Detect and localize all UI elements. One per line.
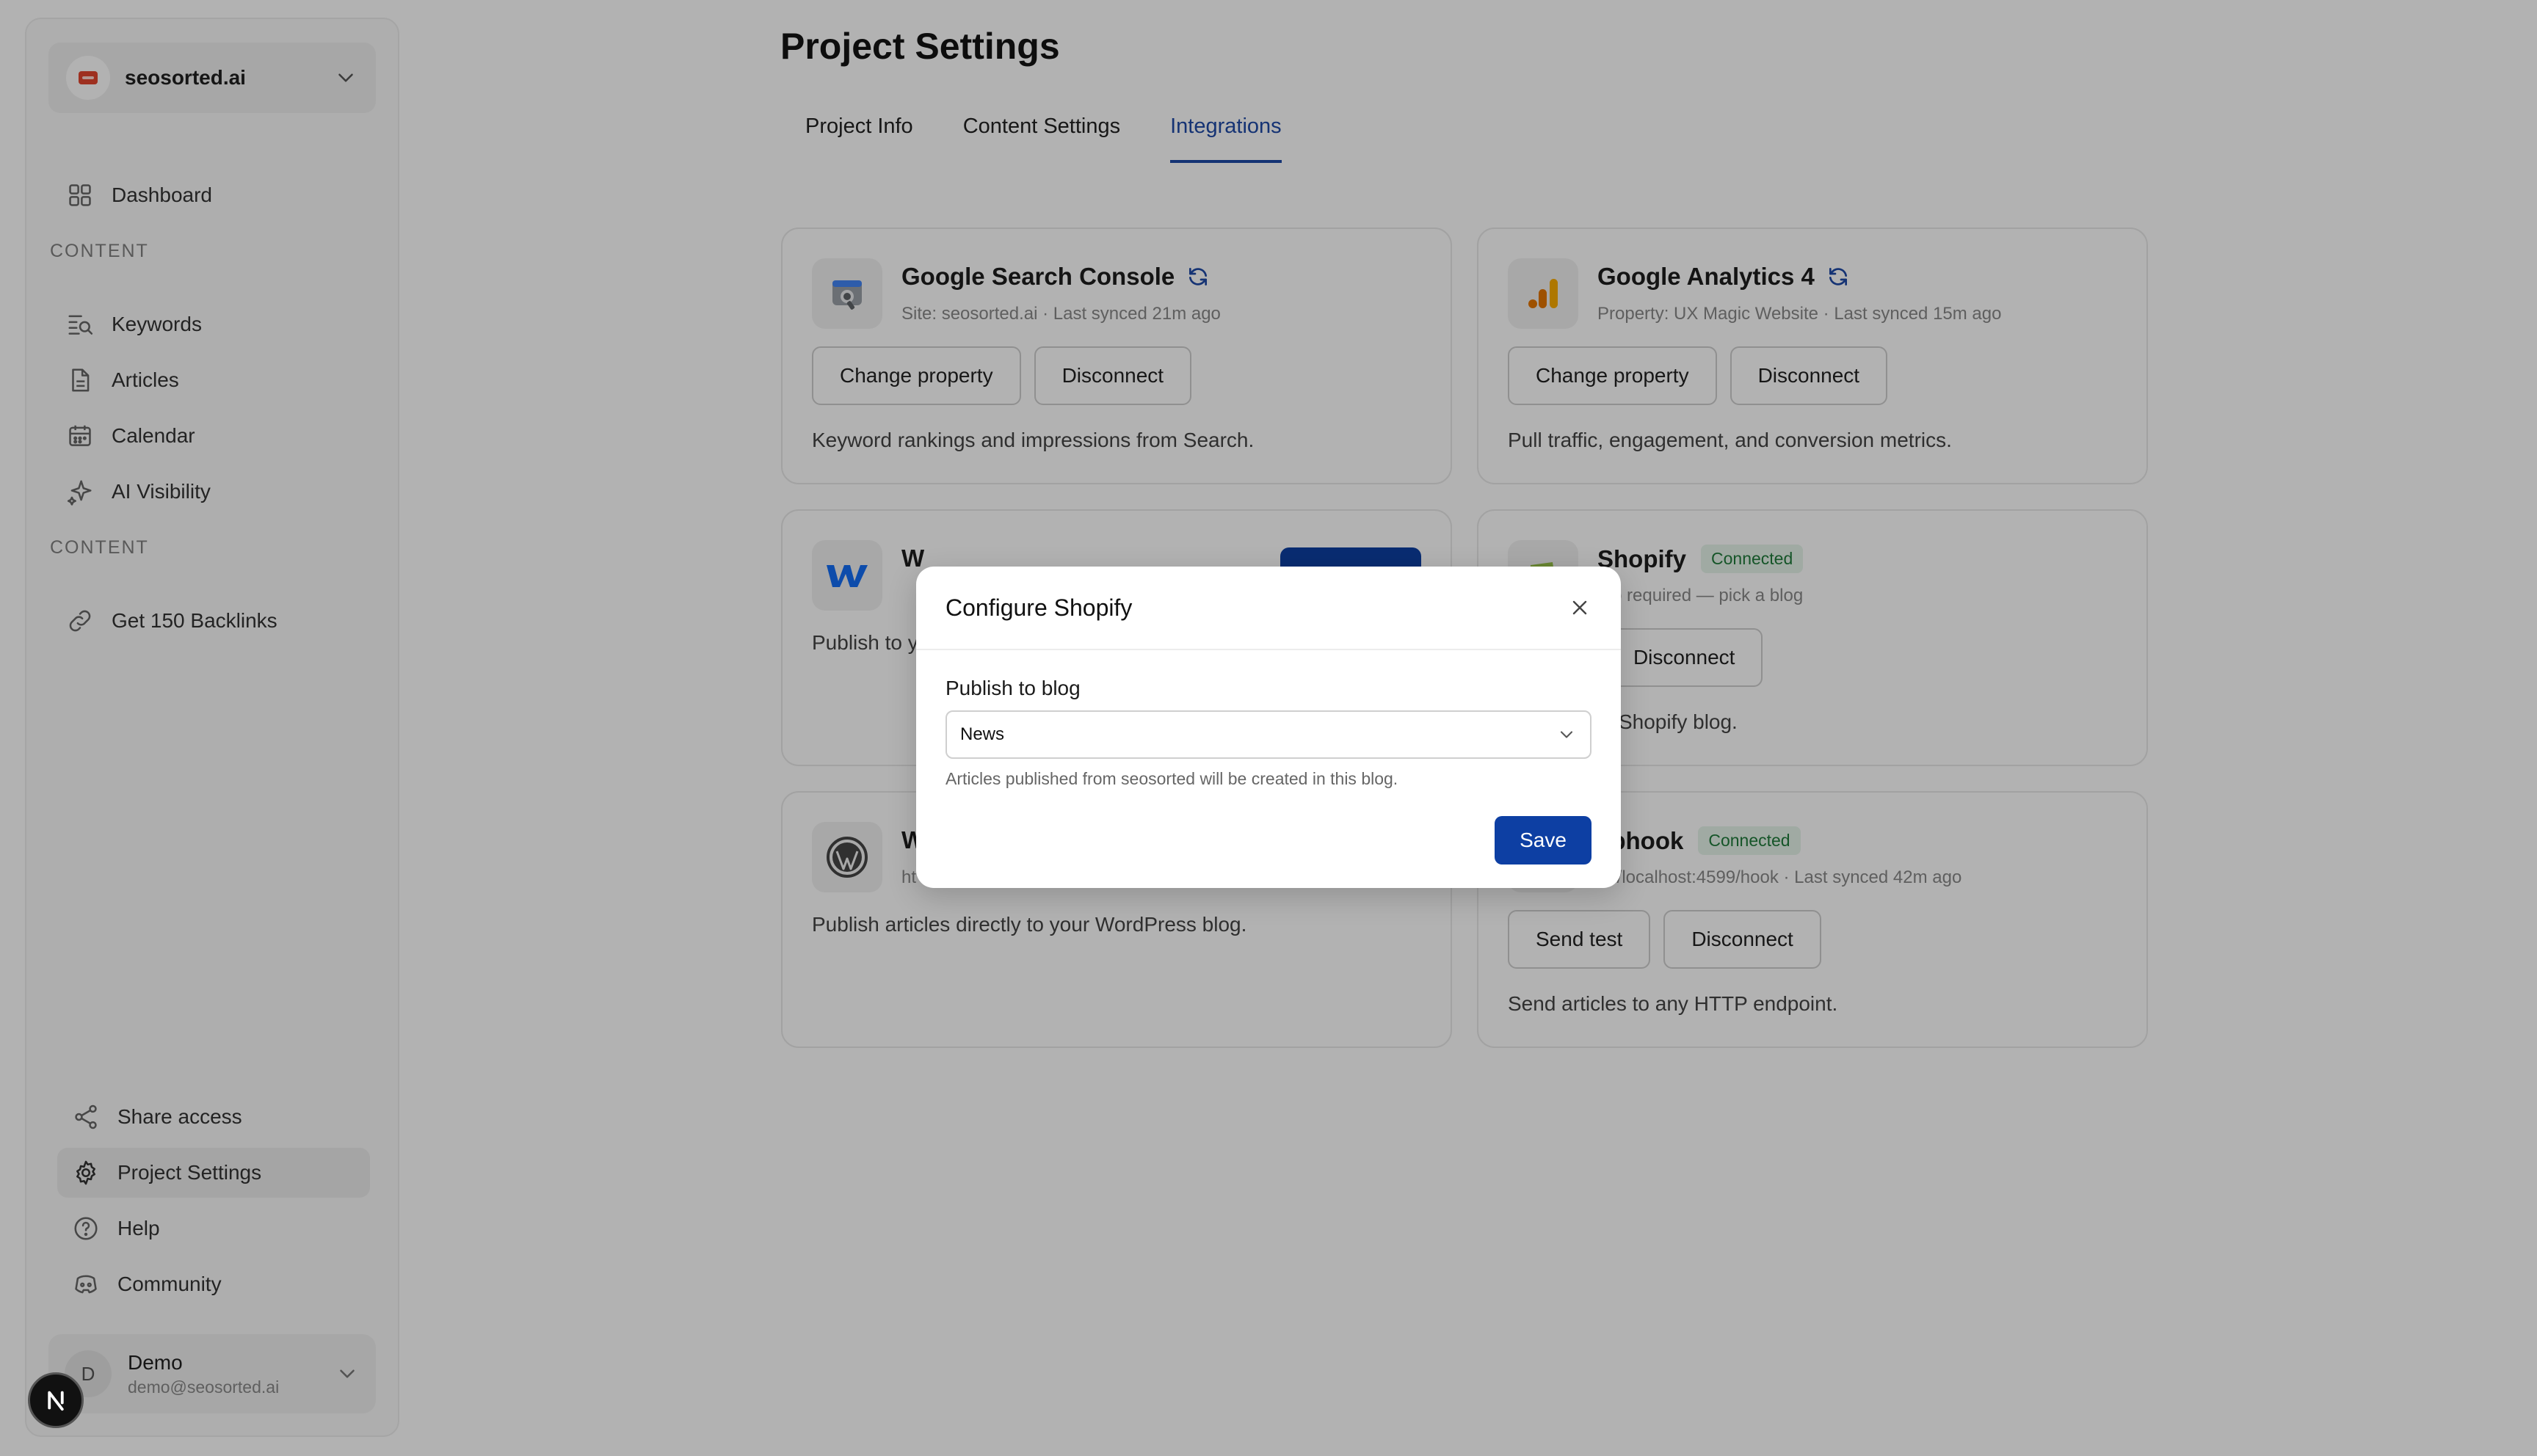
blog-field-hint: Articles published from seosorted will b… — [946, 769, 1398, 788]
nextjs-icon — [48, 1391, 64, 1411]
configure-shopify-dialog: Configure Shopify Publish to blog News A… — [916, 567, 1621, 888]
blog-select[interactable]: News — [946, 710, 1591, 759]
close-button[interactable] — [1564, 592, 1596, 624]
blog-select-value: News — [960, 724, 1005, 744]
chevron-down-icon — [1560, 731, 1573, 738]
blog-field-label: Publish to blog — [946, 677, 1081, 699]
close-icon — [1572, 600, 1587, 615]
nextjs-dev-badge[interactable] — [28, 1372, 84, 1428]
dialog-title: Configure Shopify — [946, 594, 1133, 621]
save-button[interactable]: Save — [1495, 816, 1591, 864]
